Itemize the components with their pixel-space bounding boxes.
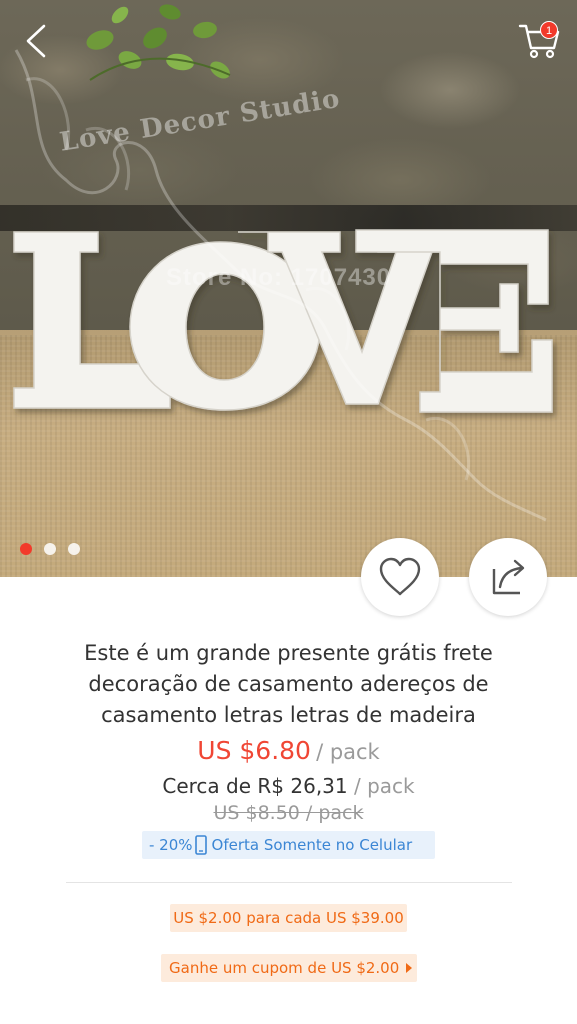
triangle-right-icon <box>406 963 413 973</box>
price-unit: / pack <box>316 740 380 764</box>
store-discount-promo[interactable]: US $2.00 para cada US $39.00 <box>170 904 407 932</box>
product-image-carousel[interactable]: Love Decor Studio Store No: 1707430 <box>0 0 577 577</box>
mobile-only-offer-badge[interactable]: - 20% Oferta Somente no Celular <box>142 831 435 859</box>
mobile-discount-percent: - 20% <box>149 836 193 854</box>
plant-leaves-decoration <box>86 4 231 81</box>
original-price-row: US $8.50 / pack <box>0 802 577 824</box>
chevron-left-icon <box>26 24 46 58</box>
cart-count-badge: 1 <box>540 21 558 39</box>
mobile-offer-label: Oferta Somente no Celular <box>211 836 413 854</box>
product-title: Este é um grande presente grátis frete d… <box>84 641 493 727</box>
current-price: US $6.80 <box>197 736 311 765</box>
share-icon <box>492 559 525 595</box>
love-letters-image <box>13 229 553 413</box>
store-number-watermark: Store No: 1707430 <box>166 264 392 291</box>
original-price: US $8.50 / pack <box>213 802 364 824</box>
carousel-indicator <box>20 543 80 555</box>
approx-price-row: Cerca de R$ 26,31 / pack <box>0 774 577 798</box>
approx-price: Cerca de R$ 26,31 <box>162 774 348 798</box>
back-button[interactable] <box>18 20 58 60</box>
approx-price-unit: / pack <box>354 774 415 798</box>
wishlist-button[interactable] <box>361 538 439 616</box>
price-row: US $6.80 / pack <box>0 736 577 765</box>
section-divider <box>66 882 512 883</box>
carousel-dot[interactable] <box>20 543 32 555</box>
carousel-dot[interactable] <box>44 543 56 555</box>
coupon-text: Ganhe um cupom de US $2.00 <box>169 959 400 977</box>
heart-icon <box>379 557 421 596</box>
smartphone-icon <box>194 835 207 855</box>
get-coupon-button[interactable]: Ganhe um cupom de US $2.00 <box>161 954 417 982</box>
store-discount-text: US $2.00 para cada US $39.00 <box>173 909 404 927</box>
share-button[interactable] <box>469 538 547 616</box>
carousel-dot[interactable] <box>68 543 80 555</box>
